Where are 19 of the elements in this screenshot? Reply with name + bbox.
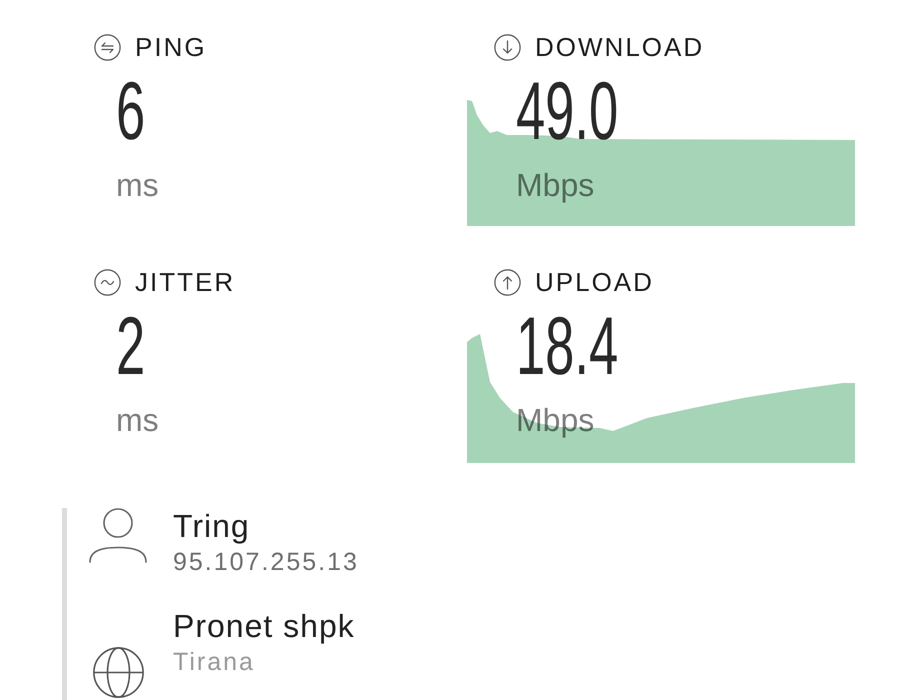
connection-detail: Tirana bbox=[173, 648, 255, 676]
connection-name: Tring bbox=[173, 508, 250, 544]
metric-label: UPLOAD bbox=[535, 268, 654, 296]
metric-label: PING bbox=[135, 33, 207, 61]
metric-unit: ms bbox=[116, 404, 159, 436]
connection-detail: 95.107.255.13 bbox=[173, 548, 359, 576]
metric-value: 2 bbox=[116, 306, 146, 388]
metric-value: 18.4 bbox=[516, 306, 618, 388]
metric-label: DOWNLOAD bbox=[535, 33, 704, 61]
wave-icon bbox=[94, 268, 121, 296]
metric-value: 6 bbox=[116, 71, 146, 153]
person-icon bbox=[89, 508, 147, 563]
metric-label: JITTER bbox=[135, 268, 236, 296]
connection-name: Pronet shpk bbox=[173, 608, 355, 644]
metric-value: 49.0 bbox=[516, 71, 618, 153]
two-arrows-icon bbox=[94, 34, 121, 60]
metric-unit: ms bbox=[116, 169, 159, 201]
metric-unit: Mbps bbox=[516, 169, 594, 201]
globe-icon bbox=[92, 647, 144, 698]
